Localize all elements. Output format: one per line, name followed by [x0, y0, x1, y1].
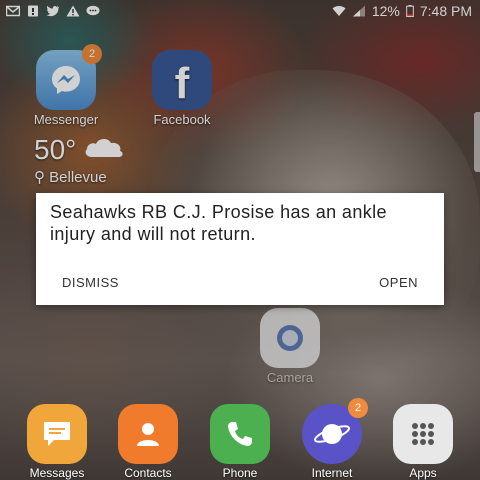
- phone-icon: [210, 404, 270, 464]
- dock-app-internet[interactable]: 2 Internet: [287, 398, 377, 480]
- notification-dialog: Seahawks RB C.J. Prosise has an ankle in…: [36, 193, 444, 305]
- dismiss-button[interactable]: DISMISS: [62, 275, 119, 290]
- internet-icon: 2: [302, 398, 368, 464]
- dock-app-messages[interactable]: Messages: [12, 404, 102, 480]
- app-label: Phone: [222, 466, 258, 480]
- dock-app-phone[interactable]: Phone: [195, 404, 285, 480]
- app-label: Messages: [29, 466, 85, 480]
- app-label: Internet: [311, 466, 353, 480]
- internet-badge: 2: [348, 398, 368, 418]
- dock-app-contacts[interactable]: Contacts: [103, 404, 193, 480]
- open-button[interactable]: OPEN: [379, 275, 418, 290]
- contacts-icon: [118, 404, 178, 464]
- messages-icon: [27, 404, 87, 464]
- dialog-message: Seahawks RB C.J. Prosise has an ankle in…: [50, 202, 387, 244]
- dock-app-apps[interactable]: Apps: [378, 404, 468, 480]
- apps-grid-icon: [393, 404, 453, 464]
- app-label: Apps: [409, 466, 437, 480]
- app-label: Contacts: [124, 466, 172, 480]
